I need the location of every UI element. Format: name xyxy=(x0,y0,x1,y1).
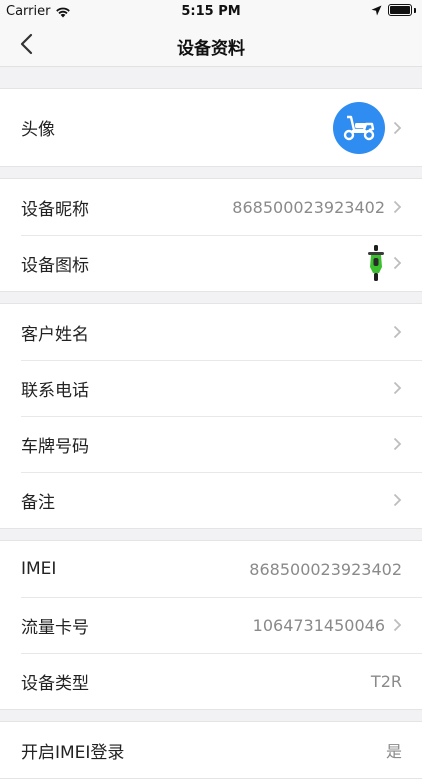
device-nickname-value: 868500023923402 xyxy=(232,197,385,217)
note-label: 备注 xyxy=(21,492,55,513)
chevron-right-icon xyxy=(393,381,402,395)
device-type-value: T2R xyxy=(370,671,402,691)
device-section: 设备昵称 868500023923402 设备图标 xyxy=(0,178,422,292)
customer-name-row[interactable]: 客户姓名 xyxy=(0,304,422,360)
imei-login-label: 开启IMEI登录 xyxy=(21,742,125,763)
chevron-right-icon xyxy=(393,325,402,339)
avatar-label: 头像 xyxy=(21,120,55,140)
navigation-bar: 设备资料 xyxy=(0,22,422,67)
page-title: 设备资料 xyxy=(177,39,245,59)
chevron-right-icon xyxy=(393,121,402,134)
contact-phone-label: 联系电话 xyxy=(21,380,89,401)
sim-card-value: 1064731450046 xyxy=(252,615,385,635)
device-type-row: 设备类型 T2R xyxy=(0,653,422,709)
profile-section: 头像 xyxy=(0,88,422,167)
avatar-row[interactable]: 头像 xyxy=(0,89,422,166)
license-plate-label: 车牌号码 xyxy=(21,436,89,457)
chevron-right-icon xyxy=(393,493,402,507)
imei-login-row[interactable]: 开启IMEI登录 是 xyxy=(0,722,422,778)
device-nickname-row[interactable]: 设备昵称 868500023923402 xyxy=(0,179,422,235)
imei-label: IMEI xyxy=(21,559,57,579)
sim-card-row[interactable]: 流量卡号 1064731450046 xyxy=(0,597,422,653)
settings-section: 开启IMEI登录 是 xyxy=(0,721,422,779)
customer-section: 客户姓名 联系电话 车牌号码 备注 xyxy=(0,303,422,529)
imei-row: IMEI 868500023923402 xyxy=(0,541,422,597)
chevron-right-icon xyxy=(393,200,402,214)
battery-icon xyxy=(388,4,412,16)
status-time: 5:15 PM xyxy=(181,4,241,19)
imei-login-value: 是 xyxy=(385,742,402,761)
chevron-right-icon xyxy=(393,618,402,632)
customer-name-label: 客户姓名 xyxy=(21,324,89,345)
note-row[interactable]: 备注 xyxy=(0,472,422,528)
device-type-label: 设备类型 xyxy=(21,673,89,694)
device-info-section: IMEI 868500023923402 流量卡号 1064731450046 … xyxy=(0,540,422,710)
device-icon-row[interactable]: 设备图标 xyxy=(0,235,422,291)
contact-phone-row[interactable]: 联系电话 xyxy=(0,360,422,416)
device-nickname-label: 设备昵称 xyxy=(21,199,89,220)
imei-value: 868500023923402 xyxy=(249,559,402,579)
device-icon-label: 设备图标 xyxy=(21,255,89,276)
status-bar: Carrier 5:15 PM xyxy=(0,0,422,22)
scooter-icon xyxy=(343,115,375,140)
chevron-right-icon xyxy=(393,256,402,270)
license-plate-row[interactable]: 车牌号码 xyxy=(0,416,422,472)
avatar xyxy=(333,101,385,154)
location-arrow-icon xyxy=(371,5,382,15)
chevron-right-icon xyxy=(393,437,402,451)
sim-card-label: 流量卡号 xyxy=(21,617,89,638)
motorcycle-icon xyxy=(368,245,384,281)
